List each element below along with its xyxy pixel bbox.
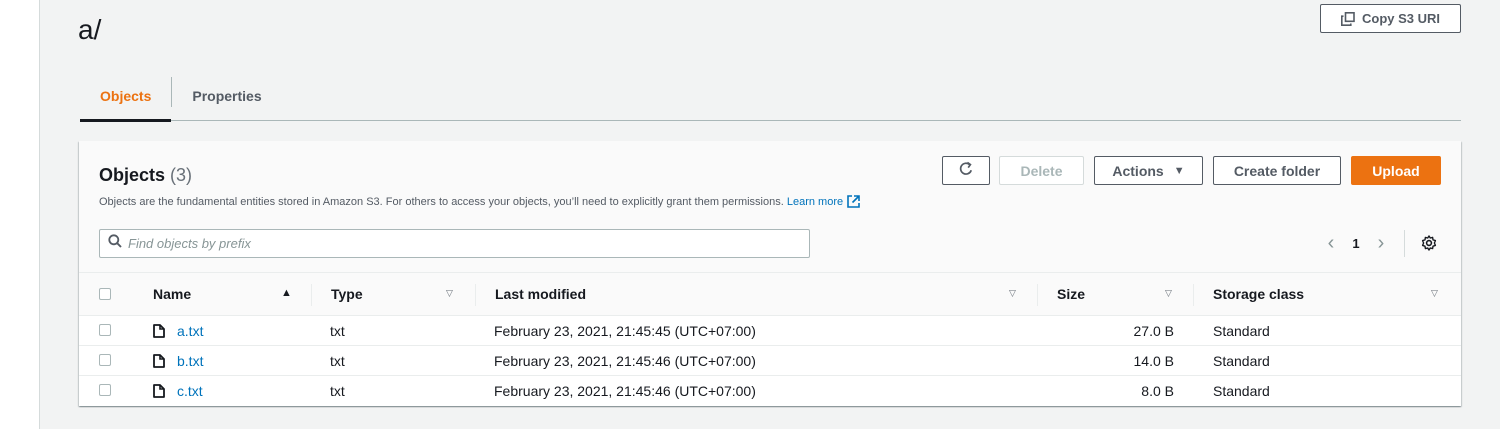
object-name-link[interactable]: a.txt: [177, 316, 203, 345]
row-checkbox[interactable]: [99, 324, 111, 336]
column-divider: [1193, 284, 1194, 306]
object-name-link[interactable]: b.txt: [177, 346, 203, 375]
file-icon: [153, 384, 165, 403]
object-size: 27.0 B: [1133, 322, 1174, 339]
copy-icon: [1340, 11, 1355, 26]
actions-dropdown-button[interactable]: Actions ▼: [1094, 156, 1203, 185]
object-last-modified: February 23, 2021, 21:45:46 (UTC+07:00): [494, 352, 756, 369]
search-input[interactable]: [128, 236, 788, 251]
object-last-modified: February 23, 2021, 21:45:45 (UTC+07:00): [494, 322, 756, 339]
objects-count: (3): [170, 165, 193, 185]
external-link-icon: [847, 195, 860, 211]
object-storage-class: Standard: [1213, 322, 1270, 339]
sort-icon[interactable]: ▽: [1431, 288, 1438, 299]
object-size: 8.0 B: [1141, 382, 1174, 399]
object-size: 14.0 B: [1133, 352, 1174, 369]
row-checkbox[interactable]: [99, 354, 111, 366]
row-checkbox[interactable]: [99, 384, 111, 396]
objects-panel-header: Objects (3) Objects are the fundamental …: [79, 141, 1461, 272]
delete-button[interactable]: Delete: [999, 156, 1084, 185]
refresh-icon: [958, 161, 974, 180]
object-type: txt: [330, 322, 345, 339]
object-last-modified: February 23, 2021, 21:45:46 (UTC+07:00): [494, 382, 756, 399]
current-page-number[interactable]: 1: [1341, 236, 1371, 251]
description-text: Objects are the fundamental entities sto…: [99, 196, 784, 208]
table-row[interactable]: b.txt txt February 23, 2021, 21:45:46 (U…: [79, 346, 1461, 376]
side-navigation-strip: [0, 0, 40, 429]
object-type: txt: [330, 382, 345, 399]
gear-icon[interactable]: [1421, 235, 1437, 256]
column-divider: [311, 284, 312, 306]
previous-page-icon[interactable]: ‹: [1321, 233, 1341, 253]
objects-panel: Objects (3) Objects are the fundamental …: [79, 141, 1461, 406]
caret-down-icon: ▼: [1173, 164, 1185, 177]
column-header-storage-class[interactable]: Storage class: [1213, 273, 1304, 315]
actions-label: Actions: [1112, 162, 1164, 179]
learn-more-link[interactable]: Learn more: [786, 195, 860, 211]
pager-divider: [1404, 230, 1405, 257]
tab-properties[interactable]: Properties: [172, 72, 281, 120]
column-divider: [1037, 284, 1038, 306]
object-type: txt: [330, 352, 345, 369]
object-name-link[interactable]: c.txt: [177, 376, 203, 405]
search-icon: [108, 234, 122, 253]
tab-bar: Objects Properties: [80, 72, 1461, 122]
tab-objects[interactable]: Objects: [80, 72, 172, 122]
page-title: a/: [78, 14, 102, 45]
column-header-size[interactable]: Size: [1057, 273, 1085, 315]
copy-s3-uri-button[interactable]: Copy S3 URI: [1320, 4, 1461, 33]
table-header: Name ▲ Type ▽ Last modified ▽ Size ▽ Sto…: [79, 272, 1461, 316]
objects-panel-description: Objects are the fundamental entities sto…: [99, 195, 860, 211]
file-icon: [153, 354, 165, 373]
copy-s3-uri-label: Copy S3 URI: [1361, 11, 1440, 26]
select-all-checkbox[interactable]: [99, 288, 111, 300]
sort-icon[interactable]: ▽: [446, 288, 453, 299]
upload-button[interactable]: Upload: [1351, 156, 1441, 185]
next-page-icon[interactable]: ›: [1371, 233, 1391, 253]
file-icon: [153, 324, 165, 343]
sort-icon[interactable]: ▽: [1165, 288, 1172, 299]
refresh-button[interactable]: [942, 156, 990, 185]
column-divider: [475, 284, 476, 306]
table-row[interactable]: c.txt txt February 23, 2021, 21:45:46 (U…: [79, 376, 1461, 406]
search-box: [99, 229, 810, 258]
sort-icon[interactable]: ▽: [1009, 288, 1016, 299]
objects-panel-title: Objects (3): [99, 165, 192, 186]
object-storage-class: Standard: [1213, 382, 1270, 399]
object-storage-class: Standard: [1213, 352, 1270, 369]
learn-more-label: Learn more: [786, 196, 844, 208]
pagination: ‹ 1 ›: [1321, 233, 1391, 253]
create-folder-button[interactable]: Create folder: [1213, 156, 1341, 185]
column-header-last-modified[interactable]: Last modified: [495, 273, 586, 315]
table-row[interactable]: a.txt txt February 23, 2021, 21:45:45 (U…: [79, 316, 1461, 346]
column-header-type[interactable]: Type: [331, 273, 363, 315]
column-header-name[interactable]: Name: [153, 273, 191, 315]
sort-ascending-icon[interactable]: ▲: [281, 287, 292, 299]
objects-panel-title-text: Objects: [99, 165, 166, 185]
